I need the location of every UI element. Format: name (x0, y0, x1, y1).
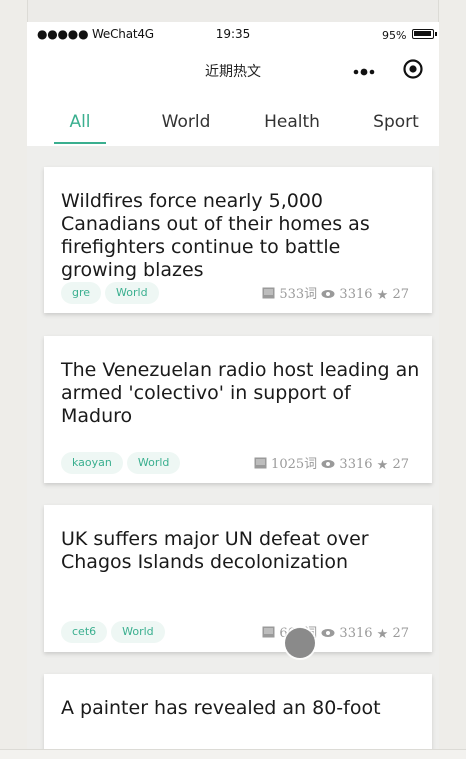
article-meta: 1025词 3316 ★ 27 (254, 453, 409, 473)
article-title[interactable]: UK suffers major UN defeat over Chagos I… (61, 528, 421, 574)
article-meta: 603词 3316 ★ 27 (262, 622, 409, 642)
more-options-icon[interactable] (351, 61, 379, 83)
tab-sport[interactable]: Sport (351, 112, 439, 132)
article-card[interactable]: Wildfires force nearly 5,000 Canadians o… (44, 167, 432, 313)
word-count: 1025词 (271, 457, 318, 472)
tag[interactable]: kaoyan (61, 452, 123, 474)
article-card[interactable]: UK suffers major UN defeat over Chagos I… (44, 505, 432, 652)
star-icon: ★ (376, 627, 389, 642)
window-right-border (438, 0, 466, 758)
tag[interactable]: World (126, 452, 181, 474)
window-left-border (0, 0, 28, 758)
star-count: 27 (392, 457, 409, 472)
article-list[interactable]: Wildfires force nearly 5,000 Canadians o… (27, 146, 439, 749)
star-icon: ★ (376, 288, 389, 303)
article-title[interactable]: A painter has revealed an 80-foot (61, 697, 421, 720)
book-icon (262, 626, 275, 642)
tag[interactable]: World (105, 282, 159, 304)
star-icon: ★ (376, 458, 389, 473)
star-count: 27 (392, 626, 409, 641)
eye-icon (321, 288, 335, 303)
view-count: 3316 (339, 626, 373, 641)
tag[interactable]: World (111, 621, 165, 643)
tag[interactable]: cet6 (61, 621, 108, 643)
battery-icon (412, 29, 437, 39)
article-card[interactable]: The Venezuelan radio host leading an arm… (44, 336, 432, 483)
view-count: 3316 (339, 287, 373, 302)
article-card[interactable]: A painter has revealed an 80-foot (44, 674, 432, 749)
tab-health[interactable]: Health (247, 112, 337, 132)
tag-row: gre World (61, 281, 163, 304)
article-meta: 533词 3316 ★ 27 (262, 283, 409, 303)
status-time: 19:35 (215, 27, 251, 41)
eye-icon (321, 458, 335, 473)
tag-row: kaoyan World (61, 451, 184, 474)
book-icon (254, 457, 267, 473)
status-bar: ●●●●● WeChat4G 19:35 95% (27, 22, 439, 46)
star-count: 27 (392, 287, 409, 302)
tab-world[interactable]: World (141, 112, 231, 132)
nav-bar: 近期热文 (27, 46, 439, 96)
eye-icon (321, 627, 335, 642)
article-title[interactable]: The Venezuelan radio host leading an arm… (61, 359, 421, 428)
tab-all[interactable]: All (35, 112, 125, 132)
category-tabs: All World Health Sport (27, 102, 439, 147)
tag[interactable]: gre (61, 282, 102, 304)
active-tab-indicator (54, 142, 106, 144)
battery-percent: 95% (382, 29, 407, 42)
phone-screen: ●●●●● WeChat4G 19:35 95% 近期热文 All World … (27, 22, 439, 749)
view-count: 3316 (339, 457, 373, 472)
tag-row: cet6 World (61, 620, 169, 643)
word-count: 533词 (279, 287, 318, 302)
book-icon (262, 287, 275, 303)
article-title[interactable]: Wildfires force nearly 5,000 Canadians o… (61, 190, 421, 282)
close-miniprogram-icon[interactable] (402, 58, 424, 80)
loading-indicator (285, 628, 315, 658)
